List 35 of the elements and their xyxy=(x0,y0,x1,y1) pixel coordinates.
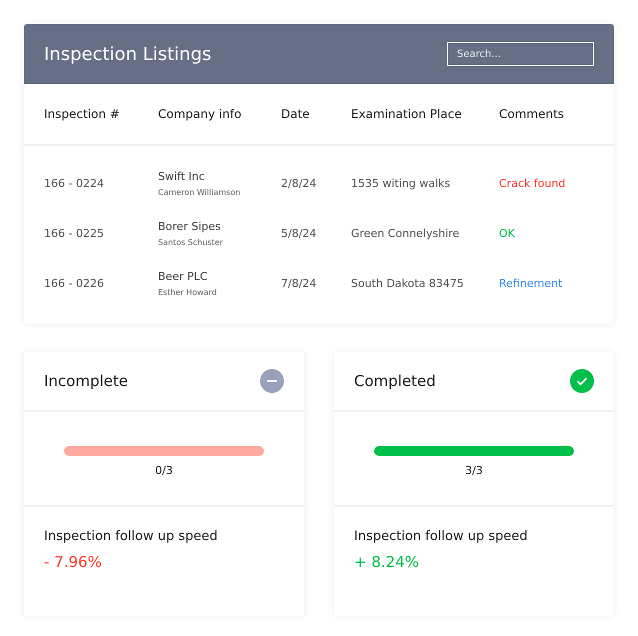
status-title: Completed xyxy=(354,372,436,390)
date-cell-text: 7/8/24 xyxy=(281,276,318,290)
comment-text: OK xyxy=(499,226,516,240)
check-icon xyxy=(570,369,594,393)
minus-icon xyxy=(260,369,284,393)
company-name: Swift Inc xyxy=(158,170,206,182)
progress-count: 0/3 xyxy=(155,464,173,477)
inspection-number: 166 - 0226 xyxy=(44,276,105,290)
company-name: Beer PLC xyxy=(158,270,209,282)
search-field[interactable]: Search... xyxy=(447,42,594,66)
listing-title: Inspection Listings xyxy=(44,44,212,64)
contact-name: Santos Schuster xyxy=(158,238,224,246)
comment-text: Crack found xyxy=(499,176,566,190)
place-cell-text: 1535 witing walks xyxy=(351,176,452,190)
metric-label: Inspection follow up speed xyxy=(44,529,219,544)
column-header: Inspection # xyxy=(44,107,121,121)
column-header: Date xyxy=(281,107,311,121)
column-header: Comments xyxy=(499,107,566,121)
column-header: Company info xyxy=(158,107,242,121)
status-title: Incomplete xyxy=(44,372,128,390)
contact-name: Esther Howard xyxy=(158,288,218,296)
column-header: Examination Place xyxy=(351,107,463,121)
metric-value: - 7.96% xyxy=(44,553,103,571)
place-cell-text: South Dakota 83475 xyxy=(351,276,465,290)
contact-name: Cameron Williamson xyxy=(158,188,242,196)
progress-count: 3/3 xyxy=(465,464,483,477)
metric-value: + 8.24% xyxy=(354,553,420,571)
date-cell-text: 2/8/24 xyxy=(281,176,318,190)
inspection-number: 166 - 0224 xyxy=(44,176,105,190)
inspection-number: 166 - 0225 xyxy=(44,226,105,240)
company-name: Borer Sipes xyxy=(158,220,222,232)
place-cell-text: Green Connelyshire xyxy=(351,226,460,240)
comment-text: Refinement xyxy=(499,276,564,290)
date-cell-text: 5/8/24 xyxy=(281,226,318,240)
metric-label: Inspection follow up speed xyxy=(354,529,529,544)
